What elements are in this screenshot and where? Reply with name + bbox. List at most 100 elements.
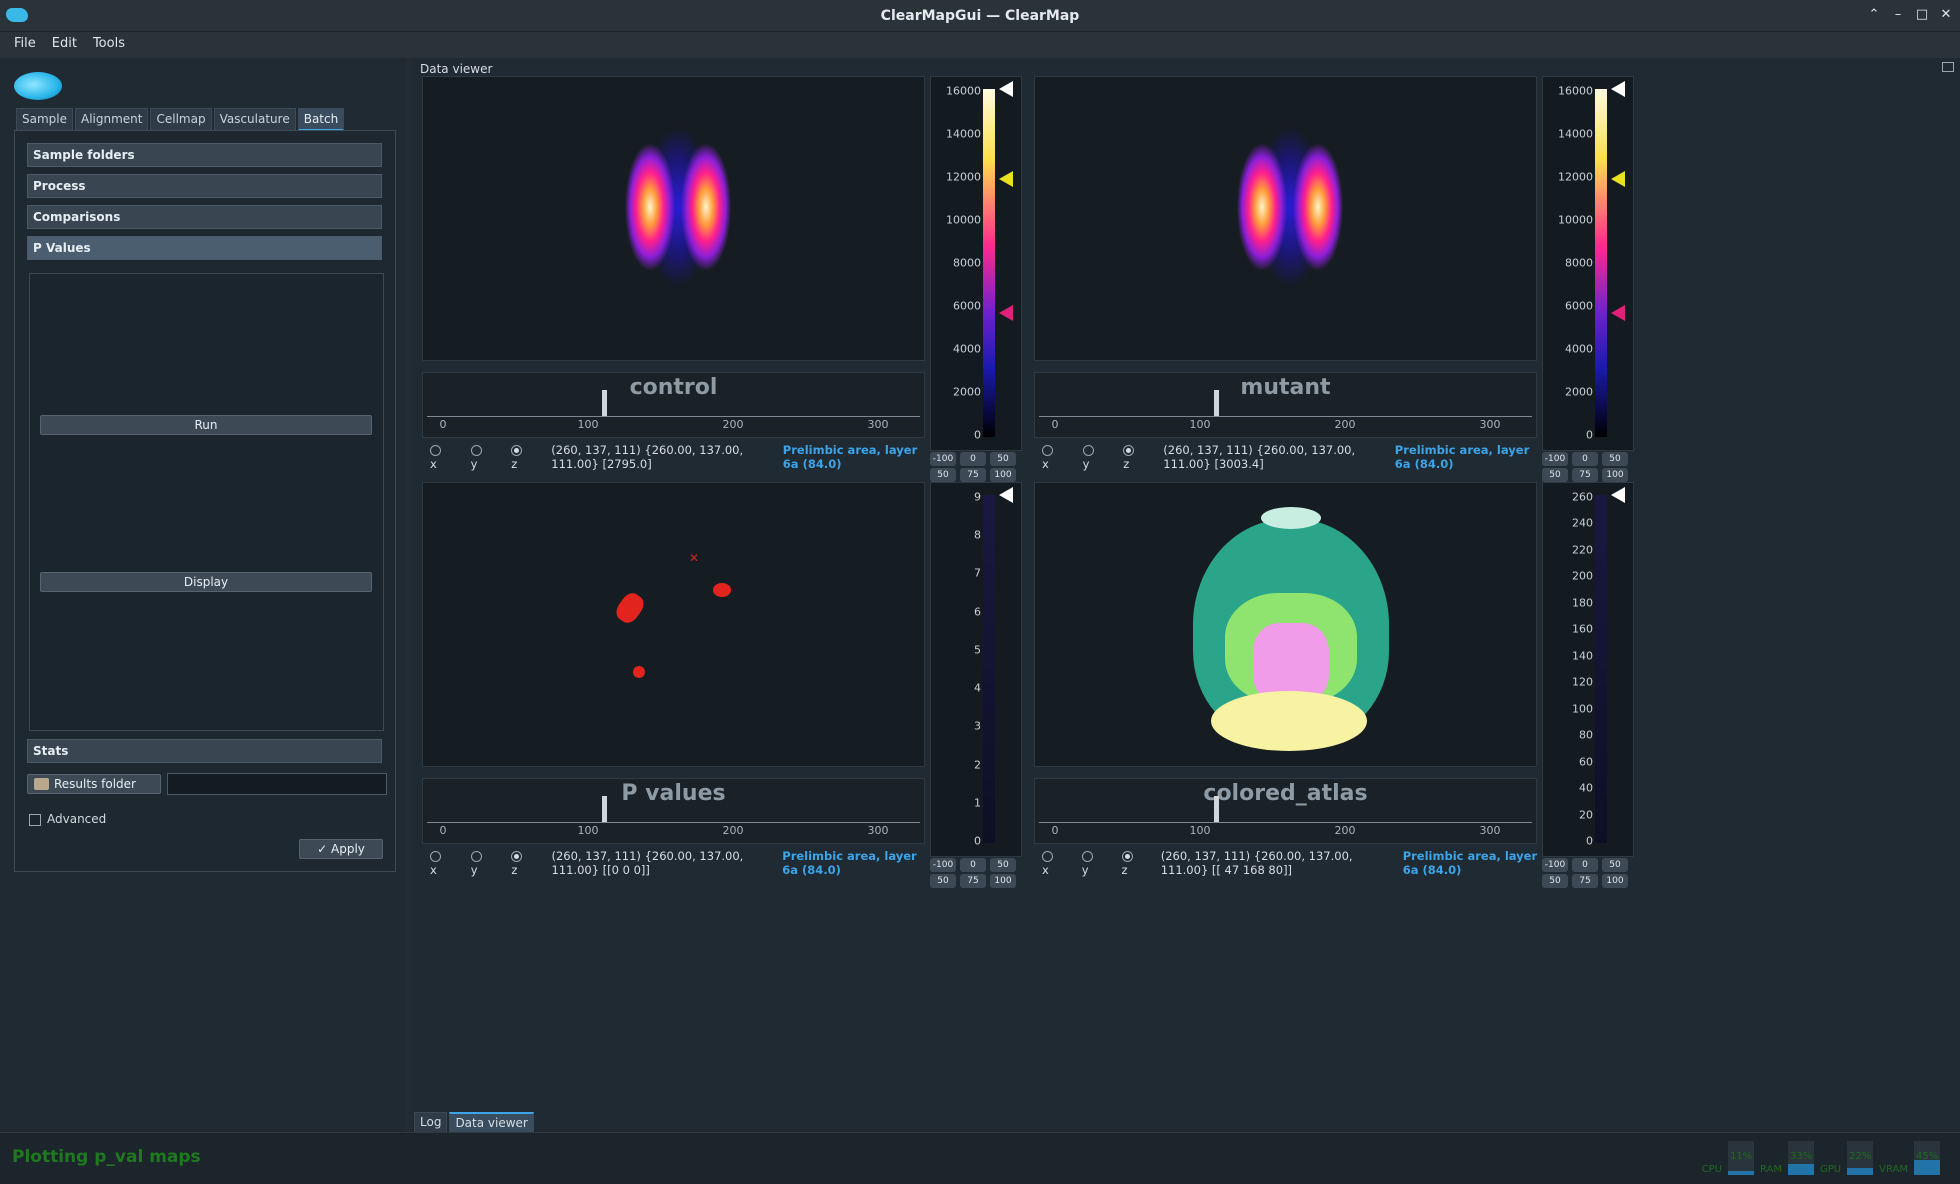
title-bar: ClearMapGui — ClearMap ⌃ – □ ✕ (0, 0, 1960, 32)
colorbar-tick: 1 (974, 796, 981, 810)
axis-radio-x[interactable]: x (430, 849, 447, 877)
axis-tick: 300 (1479, 418, 1501, 431)
range-button[interactable]: 50 (1602, 452, 1628, 466)
gradient-handle[interactable] (999, 487, 1013, 503)
close-button[interactable]: ✕ (1938, 6, 1954, 24)
axis-tick: 100 (1189, 824, 1211, 837)
maximize-button[interactable]: □ (1914, 6, 1930, 24)
tab-alignment[interactable]: Alignment (75, 108, 149, 131)
tab-vasculature[interactable]: Vasculature (213, 108, 296, 131)
tab-sample[interactable]: Sample (16, 108, 73, 131)
section-p-values[interactable]: P Values (27, 236, 382, 260)
display-button[interactable]: Display (40, 572, 372, 592)
range-button[interactable]: 100 (1602, 874, 1628, 888)
range-button[interactable]: -100 (1542, 452, 1568, 466)
advanced-checkbox[interactable] (29, 814, 41, 826)
axis-radio-x[interactable]: x (1042, 849, 1058, 877)
slider-handle[interactable] (1213, 796, 1219, 822)
colorbar[interactable]: 9 8 7 6 5 4 3 2 1 0 (930, 482, 1022, 857)
workflow-tabs: Sample Alignment Cellmap Vasculature Bat… (16, 108, 345, 131)
axis-radio-x[interactable]: x (430, 443, 447, 471)
range-button[interactable]: 75 (960, 874, 986, 888)
image-view-pvalues[interactable]: ✕ (422, 482, 925, 767)
results-folder-field[interactable] (167, 773, 387, 795)
colorbar[interactable]: 260 240 220 200 180 160 140 120 100 80 60 40 20 0 (1542, 482, 1634, 857)
coordinate-bar: x y z (260, 137, 111) {260.00, 137.00, 111.… (430, 443, 933, 471)
range-button[interactable]: 100 (1602, 468, 1628, 482)
image-view-control[interactable] (422, 76, 925, 361)
section-stats[interactable]: Stats (27, 739, 382, 763)
gradient-handle[interactable] (999, 81, 1013, 97)
range-button[interactable]: 50 (990, 452, 1016, 466)
colorbar[interactable]: 16000 14000 12000 10000 8000 6000 4000 2000 0 (1542, 76, 1634, 451)
range-button[interactable]: 50 (990, 858, 1016, 872)
range-button[interactable]: 50 (1602, 858, 1628, 872)
gradient-handle[interactable] (1611, 171, 1625, 187)
slice-slider[interactable]: colored_atlas 0 100 200 300 (1034, 778, 1537, 844)
range-button[interactable]: 50 (930, 468, 956, 482)
axis-radio-z[interactable]: z (511, 443, 527, 471)
gradient-handle[interactable] (1611, 81, 1625, 97)
range-button[interactable]: 0 (1572, 858, 1598, 872)
tab-cellmap[interactable]: Cellmap (150, 108, 212, 131)
menu-tools[interactable]: Tools (87, 32, 131, 58)
minimize-button[interactable]: – (1890, 6, 1906, 24)
range-button[interactable]: 0 (960, 858, 986, 872)
axis-radio-y[interactable]: y (1082, 443, 1100, 471)
section-process[interactable]: Process (27, 174, 382, 198)
range-button[interactable]: -100 (930, 858, 956, 872)
image-view-mutant[interactable] (1034, 76, 1537, 361)
colorbar-tick: 16000 (946, 84, 981, 98)
slice-slider[interactable]: mutant 0 100 200 300 (1034, 372, 1537, 438)
shade-button[interactable]: ⌃ (1866, 6, 1882, 24)
range-button[interactable]: 75 (1572, 468, 1598, 482)
section-comparisons[interactable]: Comparisons (27, 205, 382, 229)
range-button[interactable]: 50 (1542, 468, 1568, 482)
range-button[interactable]: 100 (990, 874, 1016, 888)
cursor-marker: ✕ (689, 551, 700, 565)
axis-radio-z[interactable]: z (511, 849, 527, 877)
axis-radio-z[interactable]: z (1121, 849, 1137, 877)
run-button[interactable]: Run (40, 415, 372, 435)
slider-handle[interactable] (601, 390, 607, 416)
results-folder-button[interactable]: Results folder (27, 774, 161, 794)
colorbar-gradient (983, 495, 995, 843)
axis-radio-y[interactable]: y (470, 443, 488, 471)
slider-handle[interactable] (601, 796, 607, 822)
restore-icon[interactable] (1942, 62, 1954, 72)
range-button[interactable]: -100 (1542, 858, 1568, 872)
range-button[interactable]: 75 (960, 468, 986, 482)
range-button[interactable]: 0 (960, 452, 986, 466)
range-button[interactable]: -100 (930, 452, 956, 466)
section-sample-folders[interactable]: Sample folders (27, 143, 382, 167)
tab-log[interactable]: Log (414, 1112, 448, 1133)
axis-radio-y[interactable]: y (1081, 849, 1098, 877)
apply-button[interactable]: ✓ Apply (299, 839, 383, 859)
gradient-handle[interactable] (1611, 305, 1625, 321)
axis-radio-y[interactable]: y (470, 849, 488, 877)
range-button[interactable]: 0 (1572, 452, 1598, 466)
range-button[interactable]: 50 (930, 874, 956, 888)
tab-batch[interactable]: Batch (297, 108, 345, 131)
tab-data-viewer[interactable]: Data viewer (449, 1112, 534, 1133)
colorbar-tick: 240 (1572, 516, 1593, 530)
colorbar[interactable]: 16000 14000 12000 10000 8000 6000 4000 2000 0 (930, 76, 1022, 451)
menu-edit[interactable]: Edit (46, 32, 83, 58)
cpu-label: CPU (1701, 1164, 1723, 1175)
axis-tick: 0 (1051, 824, 1059, 837)
range-button[interactable]: 100 (990, 468, 1016, 482)
axis-radio-z[interactable]: z (1123, 443, 1139, 471)
slice-slider[interactable]: P values 0 100 200 300 (422, 778, 925, 844)
range-button[interactable]: 75 (1572, 874, 1598, 888)
gradient-handle[interactable] (1611, 487, 1625, 503)
slice-slider[interactable]: control 0 100 200 300 (422, 372, 925, 438)
colorbar-tick: 4000 (1565, 342, 1593, 356)
slider-handle[interactable] (1213, 390, 1219, 416)
axis-radio-x[interactable]: x (1042, 443, 1059, 471)
gradient-handle[interactable] (999, 171, 1013, 187)
colorbar-tick: 6 (974, 605, 981, 619)
menu-file[interactable]: File (8, 32, 42, 58)
gradient-handle[interactable] (999, 305, 1013, 321)
image-view-atlas[interactable] (1034, 482, 1537, 767)
range-button[interactable]: 50 (1542, 874, 1568, 888)
